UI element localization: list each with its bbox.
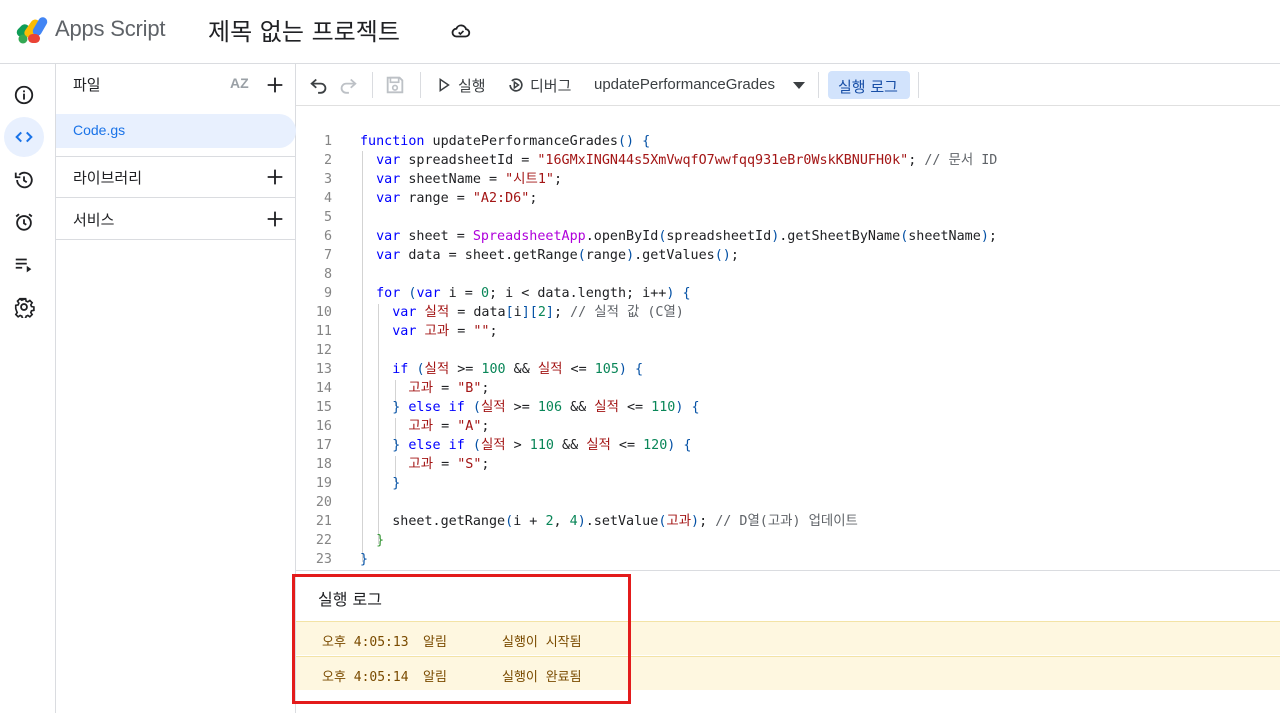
code-line: 15 } else if (실적 >= 106 && 실적 <= 110) { bbox=[315, 400, 700, 415]
log-level: 알림 bbox=[423, 670, 447, 685]
save-icon[interactable] bbox=[384, 74, 406, 96]
editor-button[interactable] bbox=[4, 117, 44, 157]
alarm-clock-icon bbox=[15, 213, 33, 231]
log-time: 오후 4:05:13 bbox=[322, 635, 409, 650]
add-service-icon[interactable] bbox=[264, 208, 286, 230]
execution-log-title: 실행 로그 bbox=[318, 590, 382, 609]
file-name: Code.gs bbox=[73, 122, 126, 138]
toolbar-divider bbox=[420, 72, 421, 98]
code-line: 21 sheet.getRange(i + 2, 4).setValue(고과)… bbox=[315, 514, 858, 529]
code-line: 8 bbox=[323, 267, 332, 282]
libraries-label: 라이브러리 bbox=[73, 169, 143, 187]
code-editor[interactable]: 1 function updatePerformanceGrades() { 2 … bbox=[296, 106, 1280, 570]
cloud-saved-icon bbox=[451, 24, 471, 38]
code-line: 9 for (var i = 0; i < data.length; i++) … bbox=[323, 286, 691, 301]
code-line: 14 고과 = "B"; bbox=[315, 381, 490, 396]
add-library-icon[interactable] bbox=[264, 166, 286, 188]
gear-icon bbox=[14, 297, 35, 318]
debug-button[interactable]: 디버그 bbox=[530, 75, 571, 96]
history-icon bbox=[14, 171, 33, 189]
code-line: 4 var range = "A2:D6"; bbox=[323, 191, 538, 206]
undo-icon[interactable] bbox=[308, 74, 330, 96]
file-item-code-gs[interactable]: Code.gs bbox=[56, 114, 296, 148]
apps-script-logo-icon[interactable] bbox=[14, 14, 50, 46]
toolbar-divider bbox=[372, 72, 373, 98]
toolbar-divider bbox=[918, 72, 919, 98]
executions-button[interactable] bbox=[4, 245, 44, 285]
play-icon bbox=[439, 77, 450, 93]
log-row: 오후 4:05:13 알림 실행이 시작됨 bbox=[296, 621, 1280, 655]
code-line: 7 var data = sheet.getRange(range).getVa… bbox=[323, 248, 739, 263]
files-section-header: 파일 AZ bbox=[56, 64, 296, 105]
code-line: 17 } else if (실적 > 110 && 실적 <= 120) { bbox=[315, 438, 692, 453]
code-line: 12 bbox=[315, 343, 332, 358]
execution-log-panel: 실행 로그 오후 4:05:13 알림 실행이 시작됨 오후 4:05:14 알… bbox=[296, 570, 1280, 713]
playlist-play-icon bbox=[15, 258, 32, 273]
code-line: 13 if (실적 >= 100 && 실적 <= 105) { bbox=[315, 362, 644, 377]
info-icon bbox=[14, 85, 34, 105]
services-section: 서비스 bbox=[56, 199, 296, 240]
chevron-down-icon[interactable] bbox=[793, 82, 805, 89]
execution-log-label: 실행 로그 bbox=[838, 78, 898, 96]
code-line: 22 } bbox=[315, 533, 385, 548]
code-line: 18 고과 = "S"; bbox=[315, 457, 490, 472]
log-message: 실행이 완료됨 bbox=[502, 670, 582, 685]
execution-log-button[interactable]: 실행 로그 bbox=[828, 71, 910, 99]
files-panel: 파일 AZ Code.gs 라이브러리 서비스 bbox=[56, 64, 296, 713]
log-row: 오후 4:05:14 알림 실행이 완료됨 bbox=[296, 656, 1280, 690]
app-header: Apps Script 제목 없는 프로젝트 bbox=[0, 0, 1280, 64]
log-level: 알림 bbox=[423, 635, 447, 650]
code-line: 5 bbox=[323, 210, 332, 225]
code-line: 11 var 고과 = ""; bbox=[315, 324, 498, 339]
function-selector[interactable]: updatePerformanceGrades bbox=[594, 76, 775, 93]
code-line: 23} bbox=[315, 552, 369, 567]
redo-icon[interactable] bbox=[337, 74, 359, 96]
code-line: 19 } bbox=[315, 476, 401, 491]
toolbar-divider bbox=[818, 72, 819, 98]
code-line: 1 function updatePerformanceGrades() { bbox=[323, 134, 651, 149]
log-time: 오후 4:05:14 bbox=[322, 670, 409, 685]
app-name[interactable]: Apps Script bbox=[55, 16, 165, 42]
add-file-icon[interactable] bbox=[264, 74, 286, 96]
log-message: 실행이 시작됨 bbox=[502, 635, 582, 650]
code-line: 3 var sheetName = "시트1"; bbox=[323, 172, 563, 187]
debug-icon bbox=[509, 78, 523, 92]
versions-button[interactable] bbox=[4, 160, 44, 200]
sort-az-icon[interactable]: AZ bbox=[230, 75, 249, 91]
left-nav-rail bbox=[0, 64, 56, 713]
code-line: 20 bbox=[315, 495, 332, 510]
code-line: 6 var sheet = SpreadsheetApp.openById(sp… bbox=[323, 229, 997, 244]
files-label: 파일 bbox=[73, 76, 101, 94]
triggers-button[interactable] bbox=[4, 202, 44, 242]
overview-button[interactable] bbox=[4, 75, 44, 115]
code-icon bbox=[15, 131, 33, 143]
project-title[interactable]: 제목 없는 프로젝트 bbox=[208, 12, 400, 47]
settings-button[interactable] bbox=[4, 287, 44, 327]
editor-toolbar: 실행 디버그 updatePerformanceGrades 실행 로그 bbox=[296, 64, 1280, 106]
code-line: 10 var 실적 = data[i][2]; // 실적 값 (C열) bbox=[315, 305, 684, 320]
services-label: 서비스 bbox=[73, 211, 115, 229]
code-line: 16 고과 = "A"; bbox=[315, 419, 490, 434]
libraries-section: 라이브러리 bbox=[56, 157, 296, 198]
run-button[interactable]: 실행 bbox=[458, 75, 486, 96]
code-line: 2 var spreadsheetId = "16GMxINGN44s5XmVw… bbox=[323, 153, 998, 168]
